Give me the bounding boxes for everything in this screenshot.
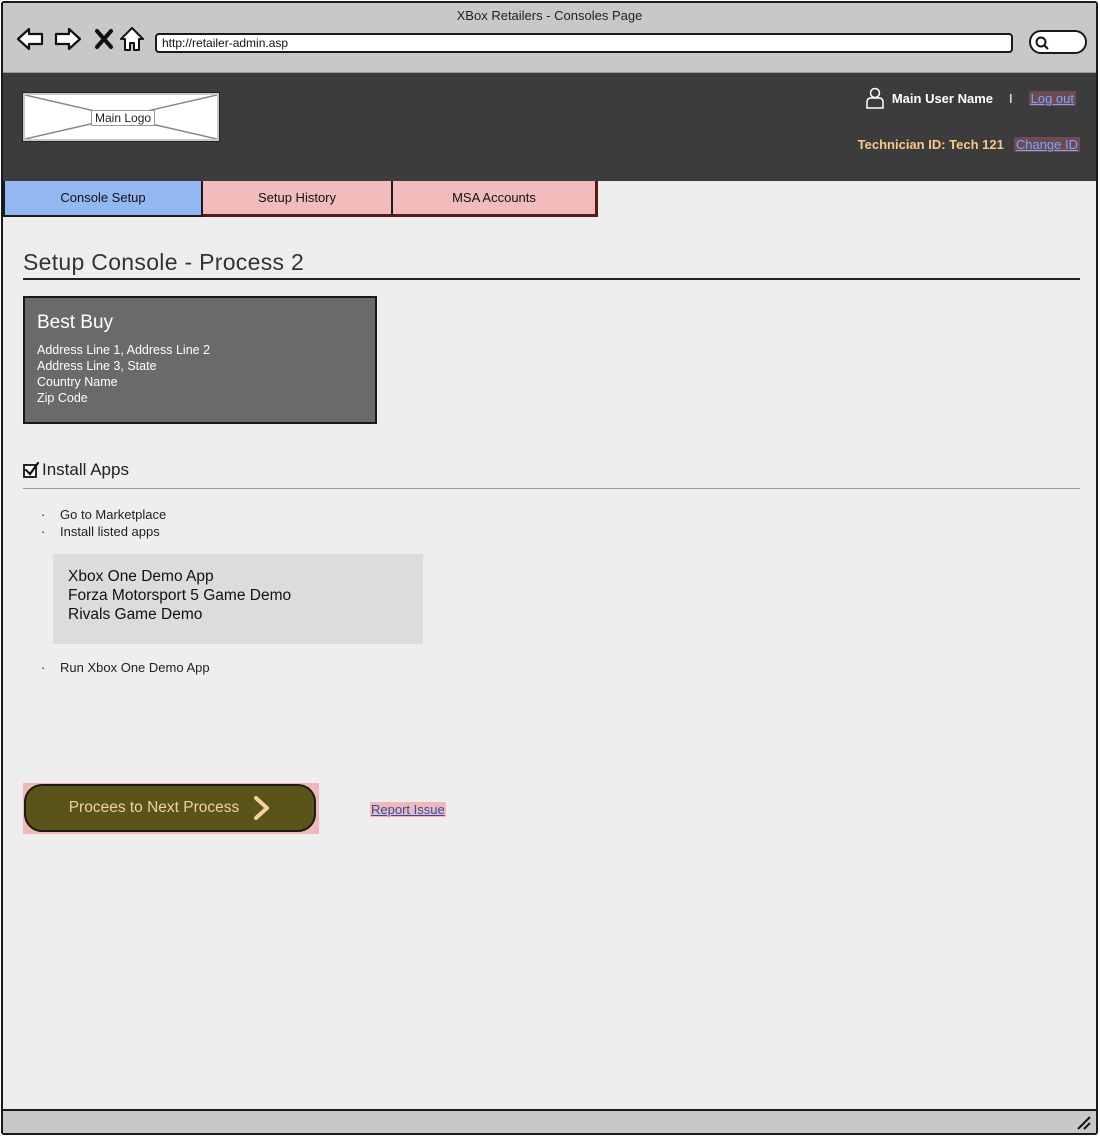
tab-console-setup[interactable]: Console Setup — [3, 181, 203, 217]
app-item: Rivals Game Demo — [68, 606, 203, 623]
tab-setup-history[interactable]: Setup History — [203, 181, 393, 217]
header-separator: I — [1009, 90, 1013, 106]
user-area: Main User Name I Log out — [866, 87, 1076, 109]
install-apps-header: Install Apps — [23, 460, 129, 480]
store-card: Best Buy Address Line 1, Address Line 2 … — [23, 296, 377, 424]
browser-window: XBox Retailers - Consoles Page http://re… — [1, 1, 1098, 1135]
chevron-right-icon — [254, 796, 270, 820]
address-line: Zip Code — [37, 391, 88, 405]
app-item: Forza Motorsport 5 Game Demo — [68, 587, 292, 604]
back-arrow-icon[interactable] — [15, 25, 45, 53]
close-x-icon[interactable] — [89, 25, 119, 53]
window-title: XBox Retailers - Consoles Page — [456, 8, 643, 23]
address-line: Address Line 1, Address Line 2 — [37, 343, 211, 357]
list-item: · Install listed apps — [41, 524, 160, 539]
store-name: Best Buy — [37, 312, 114, 333]
resize-grip-icon[interactable] — [1076, 1116, 1092, 1130]
list-item: · Go to Marketplace — [41, 507, 167, 522]
address-line: Country Name — [37, 375, 118, 389]
user-name: Main User Name — [891, 90, 993, 106]
search-icon — [1035, 36, 1049, 50]
status-bar — [3, 1109, 1096, 1133]
tab-msa-accounts[interactable]: MSA Accounts — [393, 181, 598, 217]
main-logo[interactable]: Main Logo — [22, 92, 220, 142]
browser-chrome: XBox Retailers - Consoles Page http://re… — [3, 3, 1096, 73]
logout-link[interactable]: Log out — [1028, 90, 1076, 106]
technician-area: Technician ID: Tech 121 Change ID — [858, 137, 1080, 152]
user-icon — [866, 87, 884, 109]
forward-arrow-icon[interactable] — [53, 25, 83, 53]
section-divider — [23, 488, 1080, 489]
logo-label: Main Logo — [91, 110, 156, 126]
url-bar[interactable]: http://retailer-admin.asp — [155, 33, 1013, 53]
home-icon[interactable] — [117, 25, 147, 53]
proceed-button-wrap: Procees to Next Process — [23, 783, 319, 834]
technician-id: Technician ID: Tech 121 — [857, 137, 1004, 152]
list-item: · Run Xbox One Demo App — [41, 660, 210, 675]
app-header: Main Logo Main User Name I Log out Techn… — [3, 73, 1096, 181]
install-apps-title: Install Apps — [42, 460, 129, 479]
browser-search-box[interactable] — [1029, 30, 1087, 54]
title-divider — [23, 278, 1080, 280]
proceed-next-button[interactable]: Procees to Next Process — [24, 784, 316, 832]
page-title: Setup Console - Process 2 — [23, 249, 305, 275]
proceed-label: Procees to Next Process — [68, 799, 240, 816]
tab-bar: Console Setup Setup History MSA Accounts — [3, 181, 598, 217]
apps-list-box: Xbox One Demo App Forza Motorsport 5 Gam… — [53, 554, 423, 644]
instruction-list: · Go to Marketplace · Install listed app… — [41, 506, 166, 540]
address-line: Address Line 3, State — [37, 359, 157, 373]
report-issue-link[interactable]: Report Issue — [370, 802, 446, 817]
checkbox-checked-icon[interactable] — [23, 462, 39, 478]
app-item: Xbox One Demo App — [68, 568, 214, 585]
change-id-link[interactable]: Change ID — [1013, 137, 1080, 152]
